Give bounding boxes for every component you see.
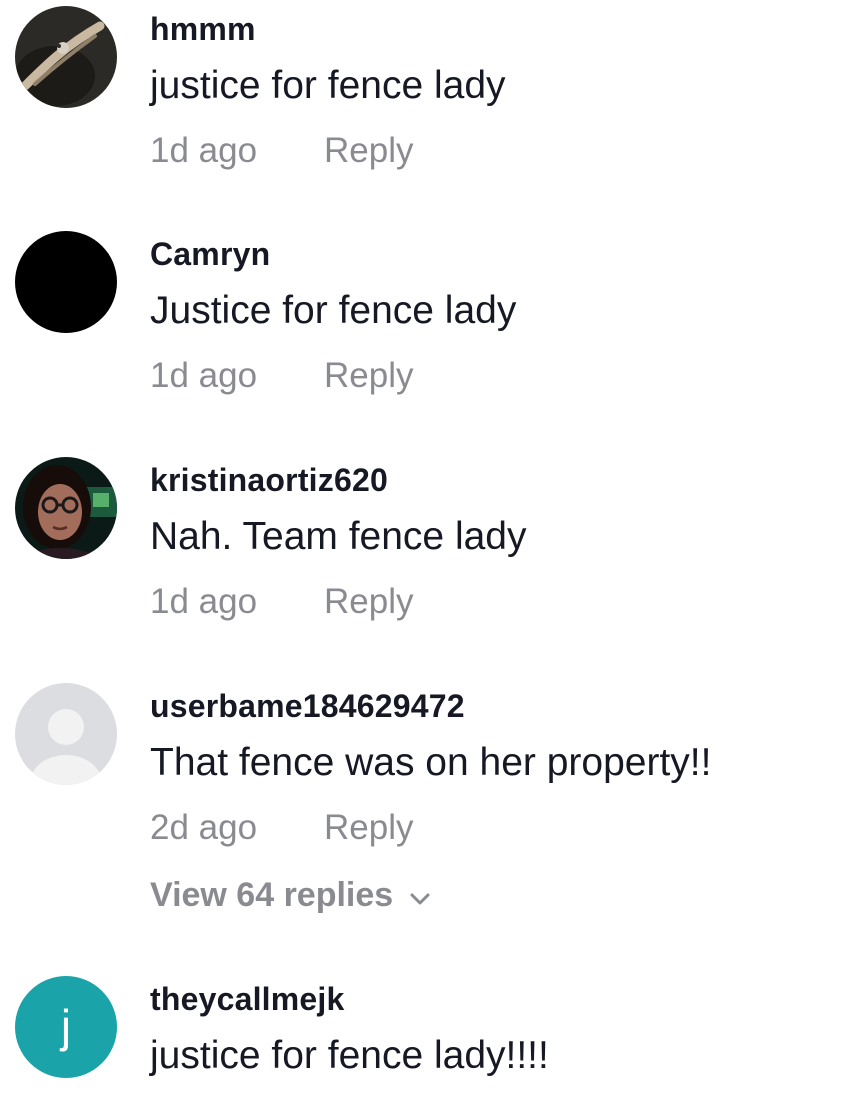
photo-avatar-icon — [15, 6, 117, 108]
view-replies-label: View 64 replies — [150, 876, 394, 914]
comment-meta: 2d ago Reply — [150, 808, 413, 848]
avatar-letter: j — [59, 1000, 71, 1052]
chevron-down-icon — [409, 876, 431, 915]
reply-button[interactable]: Reply — [324, 356, 413, 396]
comment-text: Nah. Team fence lady — [150, 515, 527, 558]
photo-avatar-person-icon — [15, 457, 117, 559]
avatar[interactable] — [15, 683, 117, 785]
letter-avatar-icon: j — [15, 976, 117, 1078]
username[interactable]: kristinaortiz620 — [150, 462, 388, 499]
view-replies-button[interactable]: View 64 replies — [150, 876, 431, 915]
avatar[interactable] — [15, 6, 117, 108]
default-user-avatar-icon — [15, 683, 117, 785]
comment-text: justice for fence lady — [150, 64, 506, 107]
reply-button[interactable]: Reply — [324, 131, 413, 171]
username[interactable]: theycallmejk — [150, 981, 345, 1018]
timestamp: 1d ago — [150, 356, 258, 395]
timestamp: 1d ago — [150, 582, 258, 621]
reply-button[interactable]: Reply — [324, 582, 413, 622]
avatar[interactable] — [15, 457, 117, 559]
comment-meta: 1d ago Reply — [150, 131, 413, 171]
comment-meta: 1d ago Reply — [150, 582, 413, 622]
comment-meta: 1d ago Reply — [150, 356, 413, 396]
timestamp: 2d ago — [150, 808, 258, 847]
username[interactable]: Camryn — [150, 236, 270, 273]
username[interactable]: userbame184629472 — [150, 688, 465, 725]
avatar[interactable] — [15, 231, 117, 333]
comment-text: Justice for fence lady — [150, 289, 517, 332]
black-avatar-icon — [15, 231, 117, 333]
comment-text: justice for fence lady!!!! — [150, 1034, 549, 1077]
username[interactable]: hmmm — [150, 11, 256, 48]
timestamp: 1d ago — [150, 131, 258, 170]
comment-text: That fence was on her property!! — [150, 741, 712, 784]
reply-button[interactable]: Reply — [324, 808, 413, 848]
avatar[interactable]: j — [15, 976, 117, 1078]
